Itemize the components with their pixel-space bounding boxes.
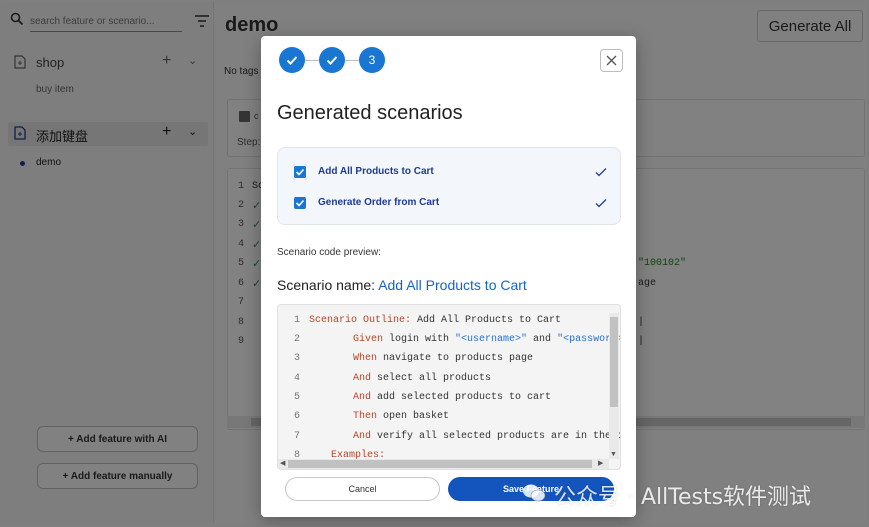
code-text: When navigate to products page: [353, 353, 533, 364]
line-number: 1: [293, 315, 300, 326]
scenario-option-label: Add All Products to Cart: [318, 166, 434, 177]
code-line: 6 Then open basket: [278, 411, 608, 429]
check-icon: [326, 56, 338, 65]
line-number: 3: [293, 353, 300, 364]
horizontal-scrollbar[interactable]: ◀ ▶: [278, 459, 609, 469]
code-text: And add selected products to cart: [353, 392, 551, 403]
watermark: 公众号 · AllTests软件测试: [522, 479, 852, 510]
scroll-down-icon[interactable]: ▼: [610, 451, 617, 458]
code-line: 7 And verify all selected products are i…: [278, 431, 620, 449]
code-line: 1 Scenario Outline: Add All Products to …: [278, 315, 608, 333]
line-number: 5: [293, 392, 300, 403]
cancel-button[interactable]: Cancel: [285, 477, 440, 501]
checkbox-check-icon: [295, 168, 305, 176]
code-rest: verify all selected products are in the …: [371, 431, 621, 442]
scroll-left-icon[interactable]: ◀: [280, 459, 285, 467]
scenario-checkbox[interactable]: [294, 197, 306, 209]
close-icon: [606, 55, 617, 66]
preview-label: Scenario code preview:: [277, 247, 381, 258]
code-line: 2 Given login with "<username>" and "<pa…: [278, 334, 620, 352]
code-rest: select all products: [371, 373, 492, 384]
code-text: Then open basket: [353, 411, 449, 422]
code-keyword: Scenario Outline:: [309, 315, 412, 326]
scenario-list: Add All Products to Cart Generate Order …: [277, 147, 621, 225]
generated-scenarios-dialog: 3 Generated scenarios Add All Products t…: [261, 36, 636, 517]
line-number: 6: [293, 411, 300, 422]
scrollbar-thumb[interactable]: [288, 460, 592, 468]
code-keyword: Given: [353, 334, 384, 345]
step-current-3: 3: [359, 47, 385, 73]
code-preview[interactable]: 1 Scenario Outline: Add All Products to …: [277, 304, 621, 470]
code-keyword: And: [353, 373, 372, 384]
scenario-option-label: Generate Order from Cart: [318, 197, 440, 208]
code-rest: navigate to products page: [377, 353, 534, 364]
code-string: "<username>": [455, 334, 528, 345]
line-number: 4: [293, 373, 300, 384]
dialog-title: Generated scenarios: [277, 102, 463, 124]
scenario-name-label: Scenario name:: [277, 277, 376, 293]
scenario-name: Scenario name: Add All Products to Cart: [277, 277, 527, 293]
watermark-text: 公众号 · AllTests软件测试: [554, 485, 812, 510]
code-rest: and: [527, 334, 558, 345]
step-complete-1: [279, 47, 305, 73]
check-icon: [595, 168, 607, 177]
code-keyword: Then: [353, 411, 378, 422]
code-text: Scenario Outline: Add All Products to Ca…: [309, 315, 561, 326]
step-complete-2: [319, 47, 345, 73]
code-line: 5 And add selected products to cart: [278, 392, 608, 410]
check-icon: [595, 199, 607, 208]
line-number: 7: [293, 431, 300, 442]
code-keyword: And: [353, 392, 372, 403]
code-rest: open basket: [377, 411, 450, 422]
checkbox-check-icon: [295, 199, 305, 207]
scrollbar-thumb[interactable]: [610, 317, 618, 407]
code-rest: login with: [383, 334, 456, 345]
stepper-connector: [305, 60, 319, 61]
close-button[interactable]: [600, 49, 623, 72]
code-text: Given login with "<username>" and "<pass…: [353, 334, 620, 345]
vertical-scrollbar[interactable]: ▼: [609, 313, 619, 459]
scenario-name-value: Add All Products to Cart: [378, 277, 527, 293]
scenario-option[interactable]: Add All Products to Cart: [294, 163, 610, 183]
code-line: 4 And select all products: [278, 373, 608, 391]
stepper-connector: [345, 60, 359, 61]
code-rest: add selected products to cart: [371, 392, 552, 403]
line-number: 2: [293, 334, 300, 345]
stepper: 3: [279, 47, 389, 75]
code-text: And select all products: [353, 373, 491, 384]
wechat-logo-icon: [523, 484, 546, 502]
scenario-option[interactable]: Generate Order from Cart: [294, 194, 610, 214]
code-keyword: When: [353, 353, 378, 364]
code-text: And verify all selected products are in …: [353, 431, 621, 442]
scenario-checkbox[interactable]: [294, 166, 306, 178]
check-icon: [286, 56, 298, 65]
scroll-right-icon[interactable]: ▶: [598, 459, 603, 467]
code-keyword: And: [353, 431, 372, 442]
code-rest: Add All Products to Cart: [411, 315, 562, 326]
code-line: 3 When navigate to products page: [278, 353, 608, 371]
